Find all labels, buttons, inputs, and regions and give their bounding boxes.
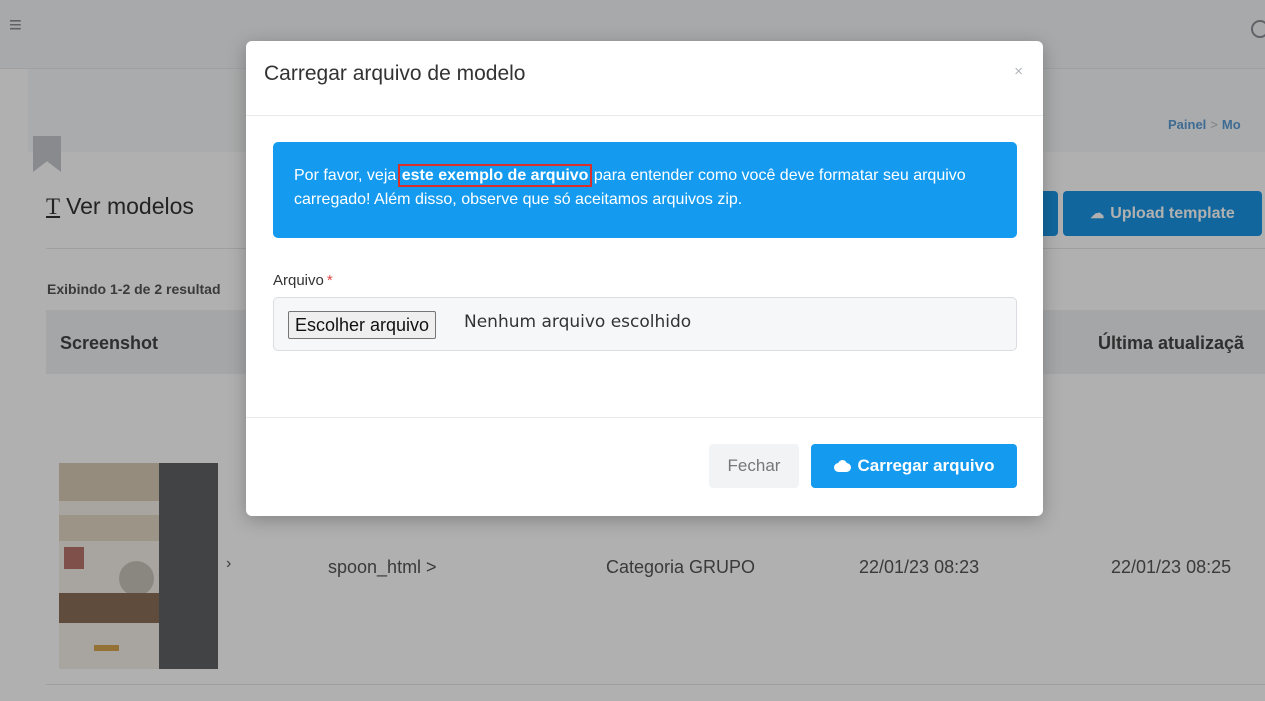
file-status-text: Nenhum arquivo escolhido: [464, 312, 692, 332]
file-field-label-text: Arquivo: [273, 272, 324, 289]
close-button[interactable]: Fechar: [709, 444, 799, 488]
info-alert: Por favor, veja este exemplo de arquivo …: [273, 142, 1017, 238]
modal-title: Carregar arquivo de modelo: [264, 62, 526, 85]
file-field-label: Arquivo *: [273, 272, 333, 289]
modal-header: Carregar arquivo de modelo ×: [246, 41, 1043, 116]
close-icon[interactable]: ×: [1014, 63, 1023, 80]
upload-file-button[interactable]: Carregar arquivo: [811, 444, 1017, 488]
choose-file-button[interactable]: Escolher arquivo: [288, 311, 437, 339]
upload-modal: Carregar arquivo de modelo × Por favor, …: [246, 41, 1043, 516]
required-mark: *: [326, 272, 333, 289]
modal-footer-divider: [246, 417, 1043, 418]
cloud-upload-icon: [833, 460, 851, 472]
upload-file-label: Carregar arquivo: [857, 456, 995, 475]
file-input[interactable]: Escolher arquivo Nenhum arquivo escolhid…: [273, 297, 1017, 351]
example-file-link[interactable]: este exemplo de arquivo: [397, 164, 593, 187]
alert-text-before: Por favor, veja: [294, 167, 401, 184]
